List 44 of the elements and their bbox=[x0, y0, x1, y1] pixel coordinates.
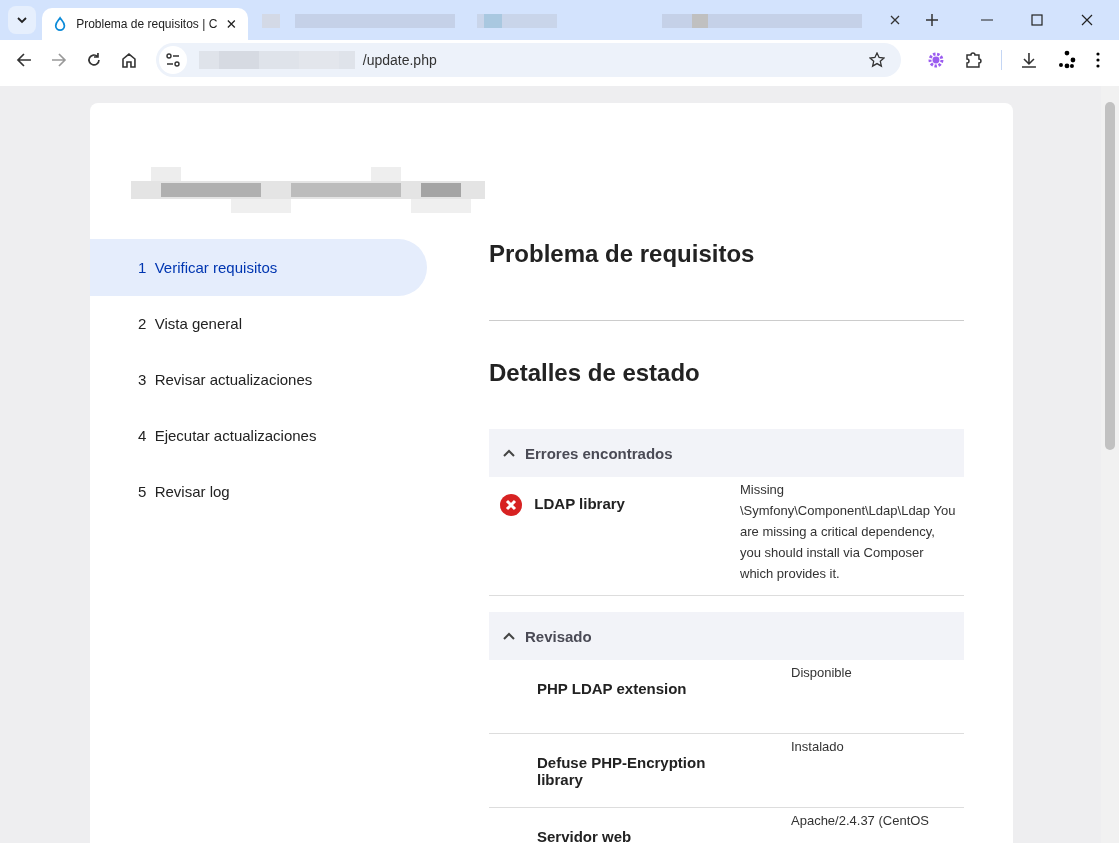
page-title: Problema de requisitos bbox=[489, 240, 756, 269]
section-title: Detalles de estado bbox=[489, 359, 701, 387]
url-text: /update.php bbox=[362, 52, 437, 68]
browser-tab[interactable]: Problema de requisitos | C bbox=[42, 8, 248, 40]
gear-icon[interactable] bbox=[927, 51, 946, 69]
error-icon bbox=[500, 494, 522, 516]
chevron-icon bbox=[503, 632, 515, 640]
chevron-icon bbox=[503, 449, 515, 457]
star-icon[interactable] bbox=[869, 52, 886, 68]
close-icon[interactable] bbox=[890, 15, 900, 25]
requirement-value: Disponible bbox=[790, 664, 853, 682]
requirement-name: Defuse PHP-Encryption library bbox=[537, 753, 707, 790]
step-item[interactable]: 4 Ejecutar actualizaciones bbox=[90, 407, 427, 464]
profile-icon[interactable] bbox=[1057, 50, 1077, 70]
forward-icon[interactable] bbox=[50, 52, 67, 68]
download-icon[interactable] bbox=[1020, 51, 1039, 69]
close-icon[interactable] bbox=[227, 19, 236, 29]
address-bar[interactable]: /update.php bbox=[155, 43, 902, 77]
tab-title: Problema de requisitos | C bbox=[76, 17, 218, 31]
menu-icon[interactable] bbox=[1096, 52, 1100, 68]
back-icon[interactable] bbox=[16, 52, 32, 68]
drop-icon bbox=[54, 16, 67, 32]
requirement-name: Servidor web bbox=[537, 827, 633, 843]
requirement-value: Apache/2.4.37 (CentOS bbox=[790, 812, 931, 830]
group-header[interactable]: Errores encontrados bbox=[489, 429, 964, 477]
step-item[interactable]: 1 Verificar requisitos bbox=[90, 239, 427, 296]
step-item[interactable]: 5 Revisar log bbox=[90, 463, 427, 520]
requirement-value: Instalado bbox=[790, 738, 845, 756]
site-settings-icon[interactable] bbox=[158, 46, 187, 74]
group-header[interactable]: Revisado bbox=[489, 612, 964, 660]
new-tab-icon[interactable] bbox=[926, 14, 938, 26]
scrollbar-thumb[interactable] bbox=[1105, 102, 1115, 450]
maximize-icon[interactable] bbox=[1031, 14, 1043, 26]
caret-icon bbox=[16, 14, 28, 26]
close-icon[interactable] bbox=[1081, 14, 1093, 26]
reload-icon[interactable] bbox=[85, 52, 102, 68]
home-icon[interactable] bbox=[120, 52, 137, 68]
step-item[interactable]: 3 Revisar actualizaciones bbox=[90, 351, 427, 408]
puzzle-icon[interactable] bbox=[964, 51, 983, 69]
requirement-name: PHP LDAP extension bbox=[537, 679, 688, 699]
step-item[interactable]: 2 Vista general bbox=[90, 295, 427, 352]
tab-search-button[interactable] bbox=[8, 6, 36, 34]
requirement-value: Missing \Symfony\Component\Ldap\Ldap You are missing a critical dependency, you should install via Composer which provides it. bbox=[740, 481, 957, 583]
requirement-name: LDAP library bbox=[534, 494, 626, 514]
